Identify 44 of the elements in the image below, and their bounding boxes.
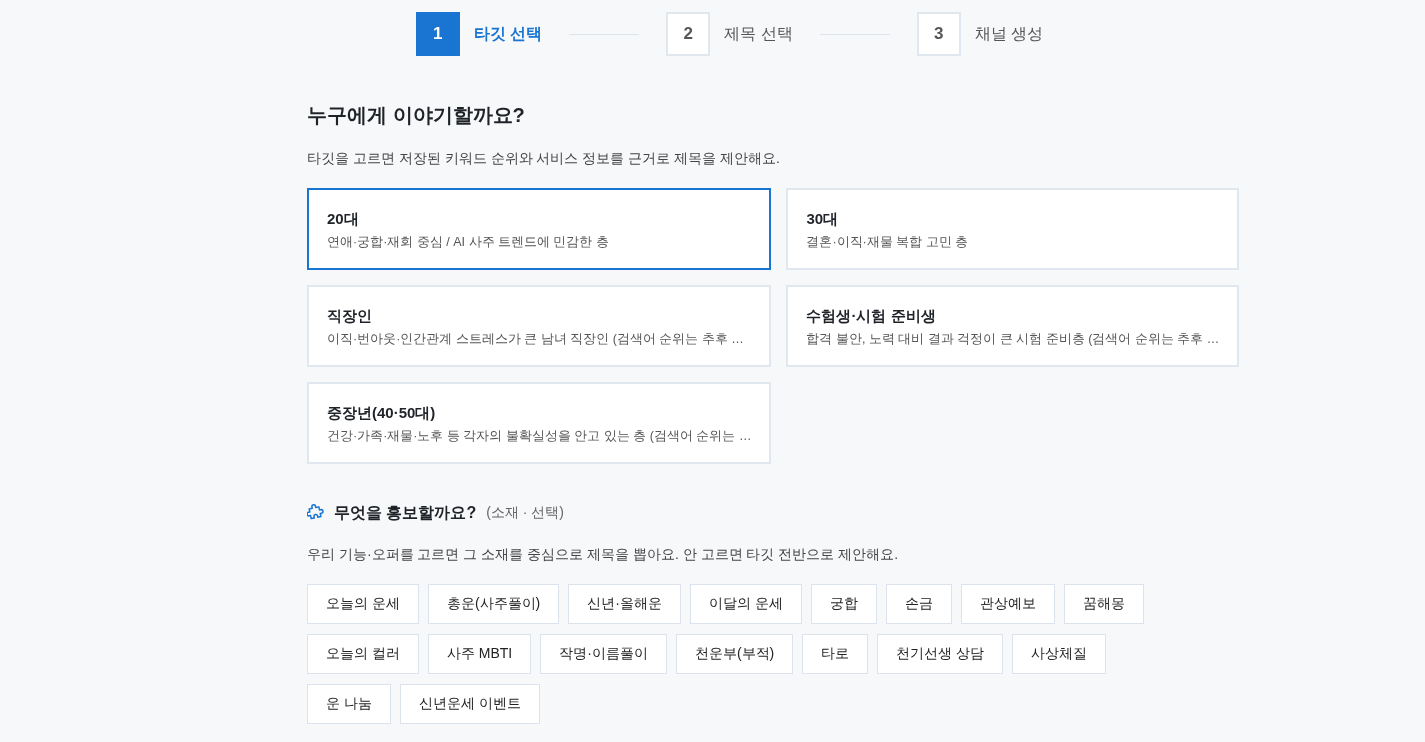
topic-chip[interactable]: 궁합 (810, 584, 877, 624)
section-description: 우리 기능·오퍼를 고르면 그 소재를 중심으로 제목을 뽑아요. 안 고르면 타깃 전반으로 제안해요. (307, 545, 900, 564)
card-description: 건강·가족·재물·노후 등 각자의 불확실성을 안고 있는 층 (검색어 순위는 … (327, 428, 752, 445)
step-label: 타깃 선택 (473, 23, 543, 44)
card-title: 30대 (806, 209, 840, 229)
card-description: 합격 불안, 노력 대비 결과 걱정이 큰 시험 준비층 (검색어 순위는 추후 … (806, 331, 1220, 348)
card-title: 직장인 (327, 306, 373, 326)
step-label: 제목 선택 (724, 23, 793, 44)
card-title: 수험생·시험 준비생 (806, 306, 937, 326)
card-description: 이직·번아웃·인간관계 스트레스가 큰 남녀 직장인 (검색어 순위는 추후 … (327, 331, 745, 348)
topic-chip[interactable]: 사주 MBTI (427, 634, 532, 674)
topic-chip[interactable]: 오늘의 운세 (307, 584, 419, 624)
topic-chip[interactable]: 이달의 운세 (689, 584, 802, 624)
target-card[interactable]: 20대 연애·궁합·재회 중심 / AI 사주 트렌드에 민감한 층 (307, 188, 772, 270)
step-number: 3 (916, 12, 961, 56)
section-description: 타깃을 고르면 저장된 키워드 순위와 서비스 정보를 근거로 제목을 제안해요. (307, 149, 781, 168)
topic-chip[interactable]: 작명·이름풀이 (540, 634, 667, 674)
topic-chip[interactable]: 운 나눔 (307, 684, 391, 724)
topic-chip[interactable]: 신년·올해운 (568, 584, 681, 624)
target-card[interactable]: 30대 결혼·이직·재물 복합 고민 층 (786, 188, 1240, 270)
section-heading: 누구에게 이야기할까요? (307, 103, 526, 128)
section-note: (소재 · 선택) (486, 504, 564, 522)
target-card[interactable]: 중장년(40·50대) 건강·가족·재물·노후 등 각자의 불확실성을 안고 있는 층 (검색어 순위는 … (307, 382, 772, 464)
target-card[interactable]: 수험생·시험 준비생 합격 불안, 노력 대비 결과 걱정이 큰 시험 준비층 (검색어 순위는 추후 … (786, 285, 1240, 367)
step-number: 1 (415, 12, 460, 56)
topic-chip[interactable]: 천기선생 상담 (877, 634, 1004, 674)
step-label: 채널 생성 (974, 23, 1044, 44)
topic-chip[interactable]: 오늘의 컬러 (307, 634, 419, 674)
card-title: 20대 (327, 209, 360, 229)
topic-chip[interactable]: 총운(사주풀이) (427, 584, 560, 624)
target-card[interactable]: 직장인 이직·번아웃·인간관계 스트레스가 큰 남녀 직장인 (검색어 순위는 추후 … (307, 285, 772, 367)
card-title: 중장년(40·50대) (327, 403, 437, 423)
topic-chip[interactable]: 관상예보 (960, 584, 1055, 624)
step-number: 2 (666, 12, 711, 56)
card-description: 연애·궁합·재회 중심 / AI 사주 트렌드에 민감한 층 (327, 234, 610, 251)
topic-chip[interactable]: 꿈해몽 (1063, 584, 1144, 624)
topic-chip[interactable]: 사상체질 (1012, 634, 1107, 674)
topic-chip[interactable]: 천운부(부적) (675, 634, 794, 674)
puzzle-icon (307, 504, 325, 522)
card-description: 결혼·이직·재물 복합 고민 층 (806, 234, 970, 251)
topic-chip[interactable]: 타로 (802, 634, 869, 674)
section-heading: 무엇을 홍보할까요? (334, 503, 477, 523)
topic-chip[interactable]: 신년운세 이벤트 (399, 684, 540, 724)
topic-chip[interactable]: 손금 (885, 584, 952, 624)
